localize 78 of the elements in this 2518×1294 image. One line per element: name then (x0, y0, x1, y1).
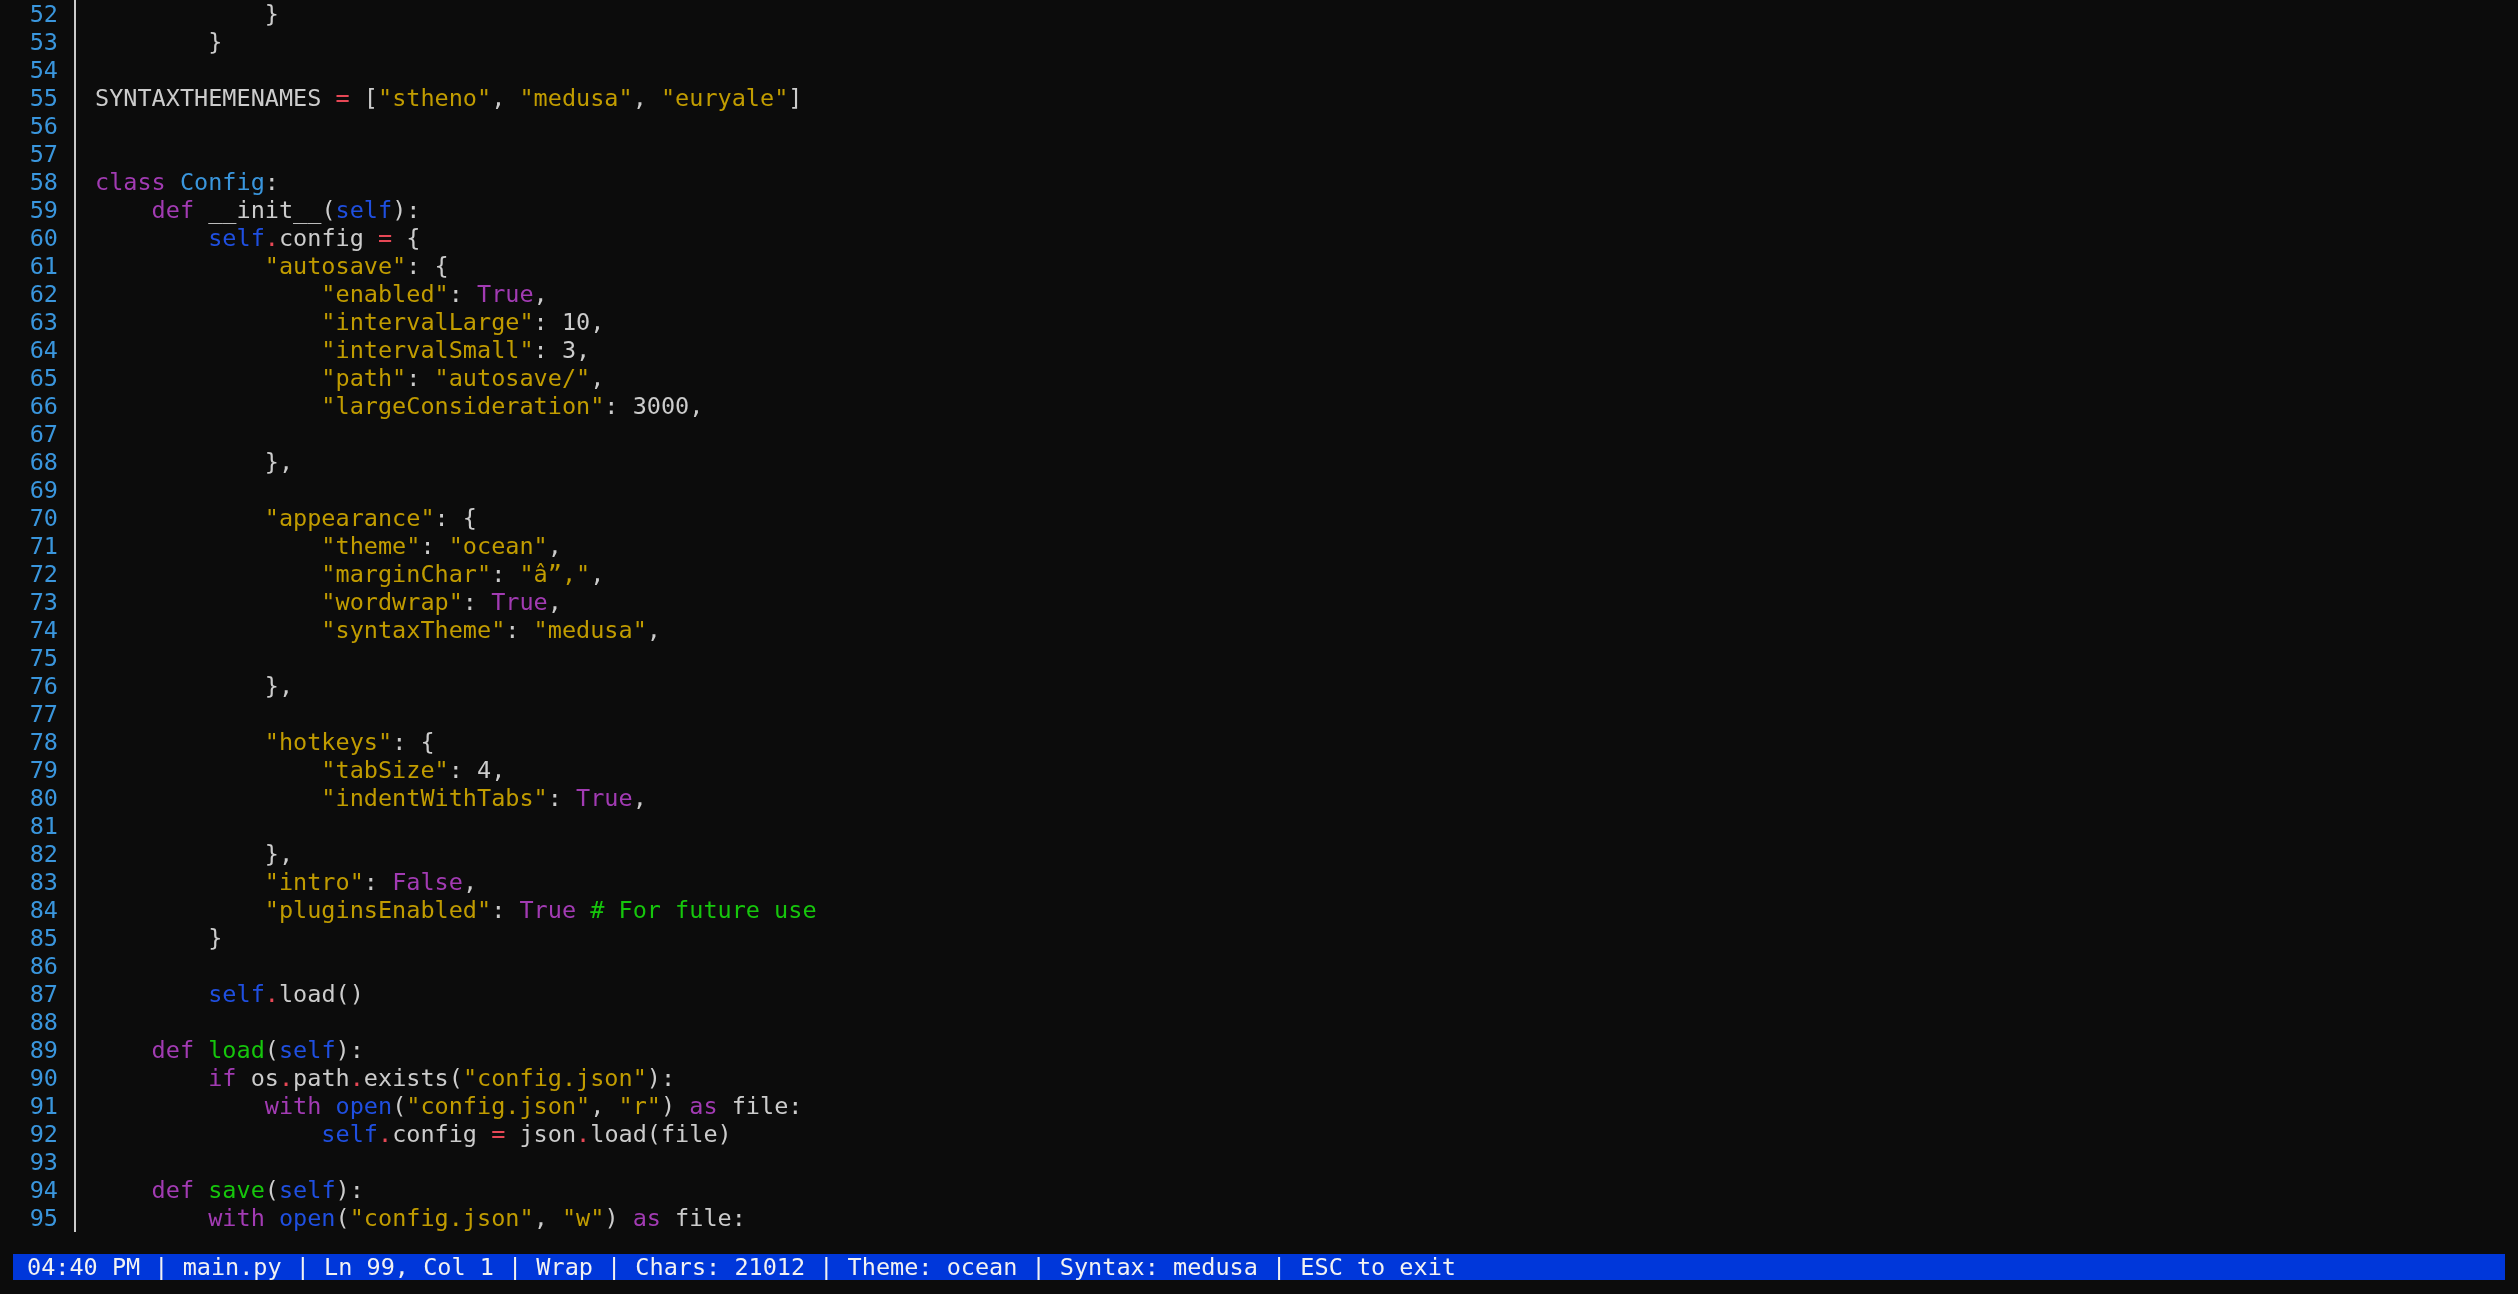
line-number: 87 (28, 980, 58, 1008)
code-line: }, (263, 672, 294, 700)
line-number: 88 (28, 1008, 58, 1036)
code-line: "hotkeys": { (263, 728, 435, 756)
line-number: 81 (28, 812, 58, 840)
line-number: 80 (28, 784, 58, 812)
line-number: 56 (28, 112, 58, 140)
line-number: 61 (28, 252, 58, 280)
code-line: with open("config.json", "w") as file: (207, 1204, 746, 1232)
status-bar: 04:40 PM | main.py | Ln 99, Col 1 | Wrap | Chars: 21012 | Theme: ocean | Syntax: medusa | ESC to exit (13, 1254, 2505, 1280)
line-number: 63 (28, 308, 58, 336)
line-number: 82 (28, 840, 58, 868)
line-number: 69 (28, 476, 58, 504)
line-number: 57 (28, 140, 58, 168)
line-number: 89 (28, 1036, 58, 1064)
line-number: 58 (28, 168, 58, 196)
line-number: 93 (28, 1148, 58, 1176)
line-number: 94 (28, 1176, 58, 1204)
line-number: 76 (28, 672, 58, 700)
line-number: 74 (28, 616, 58, 644)
code-line: } (207, 28, 223, 56)
line-number: 92 (28, 1120, 58, 1148)
code-line: "theme": "ocean", (320, 532, 562, 560)
code-line: "path": "autosave/", (320, 364, 605, 392)
line-number: 66 (28, 392, 58, 420)
code-line: }, (263, 448, 294, 476)
line-number: 91 (28, 1092, 58, 1120)
code-line: "largeConsideration": 3000, (320, 392, 704, 420)
code-line: SYNTAXTHEMENAMES = ["stheno", "medusa", "euryale"] (95, 84, 803, 112)
code-line: } (207, 924, 223, 952)
code-line: if os.path.exists("config.json"): (207, 1064, 676, 1092)
code-line: "pluginsEnabled": True # For future use (263, 896, 817, 924)
line-number: 77 (28, 700, 58, 728)
line-number: 60 (28, 224, 58, 252)
code-line: self.load() (207, 980, 364, 1008)
line-number: 68 (28, 448, 58, 476)
line-number: 78 (28, 728, 58, 756)
line-number: 62 (28, 280, 58, 308)
code-line: def __init__(self): (150, 196, 421, 224)
line-number: 53 (28, 28, 58, 56)
line-number: 54 (28, 56, 58, 84)
line-number: 67 (28, 420, 58, 448)
code-line: "intervalSmall": 3, (320, 336, 591, 364)
code-line: }, (263, 840, 294, 868)
code-line: "tabSize": 4, (320, 756, 506, 784)
line-number: 86 (28, 952, 58, 980)
code-line: "marginChar": "â”,", (320, 560, 605, 588)
code-line: "autosave": { (263, 252, 449, 280)
code-line: } (263, 0, 279, 28)
code-line: self.config = { (207, 224, 421, 252)
code-line: def save(self): (150, 1176, 364, 1204)
line-number: 64 (28, 336, 58, 364)
line-number: 72 (28, 560, 58, 588)
line-number: 79 (28, 756, 58, 784)
line-number: 73 (28, 588, 58, 616)
line-number: 85 (28, 924, 58, 952)
line-number: 95 (28, 1204, 58, 1232)
line-number: 65 (28, 364, 58, 392)
line-number: 59 (28, 196, 58, 224)
line-number: 52 (28, 0, 58, 28)
line-number: 83 (28, 868, 58, 896)
line-number: 75 (28, 644, 58, 672)
line-number: 55 (28, 84, 58, 112)
line-number: 70 (28, 504, 58, 532)
code-line: "intro": False, (263, 868, 478, 896)
code-line: "enabled": True, (320, 280, 548, 308)
code-line: with open("config.json", "r") as file: (263, 1092, 803, 1120)
code-line: "indentWithTabs": True, (320, 784, 647, 812)
line-number: 90 (28, 1064, 58, 1092)
code-line: "appearance": { (263, 504, 477, 532)
line-number: 84 (28, 896, 58, 924)
code-line: "intervalLarge": 10, (320, 308, 605, 336)
code-line: "syntaxTheme": "medusa", (320, 616, 661, 644)
code-line: class Config: (95, 168, 279, 196)
code-line: "wordwrap": True, (320, 588, 562, 616)
code-line: self.config = json.load(file) (320, 1120, 732, 1148)
line-number: 71 (28, 532, 58, 560)
code-line: def load(self): (150, 1036, 364, 1064)
